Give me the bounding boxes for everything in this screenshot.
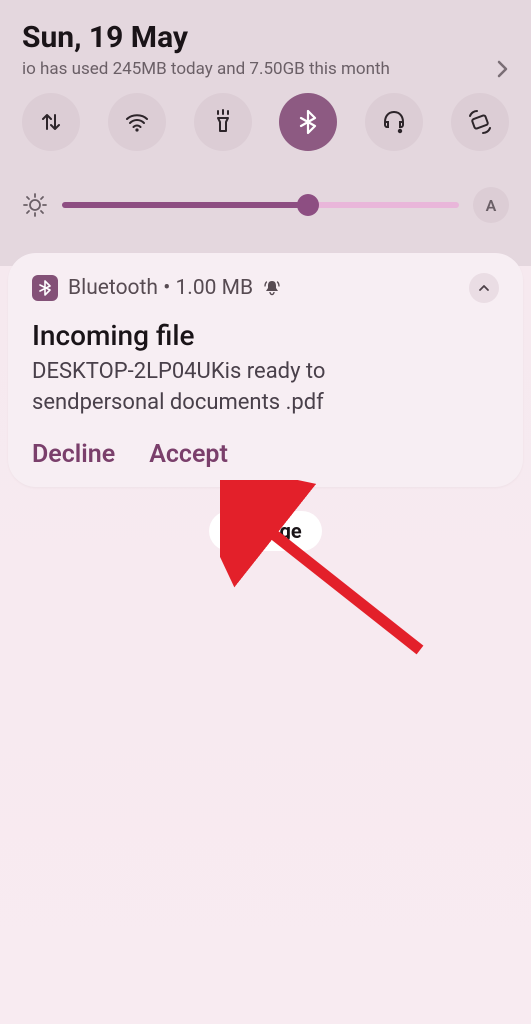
quick-settings-panel: Sun, 19 May io has used 245MB today and …: [0, 0, 531, 223]
notification-card: Bluetooth • 1.00 MB Incoming file DESKTO…: [8, 253, 523, 487]
bluetooth-app-icon: [32, 275, 58, 301]
quick-settings-tiles: [22, 93, 509, 151]
alerting-icon: [263, 279, 281, 297]
collapse-button[interactable]: [469, 273, 499, 303]
date-label: Sun, 19 May: [22, 20, 509, 55]
accept-button[interactable]: Accept: [149, 440, 228, 469]
annotation-arrow: [220, 480, 440, 680]
decline-button[interactable]: Decline: [32, 440, 115, 469]
data-usage-text: io has used 245MB today and 7.50GB this …: [22, 59, 390, 79]
notification-header: Bluetooth • 1.00 MB: [32, 273, 499, 303]
auto-brightness-button[interactable]: A: [473, 187, 509, 223]
brightness-row: A: [22, 187, 509, 223]
bluetooth-toggle[interactable]: [279, 93, 337, 151]
chevron-right-icon: [495, 59, 509, 79]
notification-body: DESKTOP-2LP04UKis ready to sendpersonal …: [32, 356, 499, 418]
brightness-slider[interactable]: [62, 202, 459, 208]
data-usage-row[interactable]: io has used 245MB today and 7.50GB this …: [22, 59, 509, 79]
manage-button[interactable]: Manage: [209, 511, 321, 551]
flashlight-toggle[interactable]: [194, 93, 252, 151]
notification-app-name: Bluetooth • 1.00 MB: [68, 276, 253, 300]
rotate-toggle[interactable]: [451, 93, 509, 151]
sound-toggle[interactable]: [365, 93, 423, 151]
brightness-icon: [22, 192, 48, 218]
notification-title: Incoming file: [32, 319, 499, 352]
wifi-toggle[interactable]: [108, 93, 166, 151]
data-toggle[interactable]: [22, 93, 80, 151]
notification-actions: Decline Accept: [32, 440, 499, 469]
slider-thumb[interactable]: [297, 194, 319, 216]
